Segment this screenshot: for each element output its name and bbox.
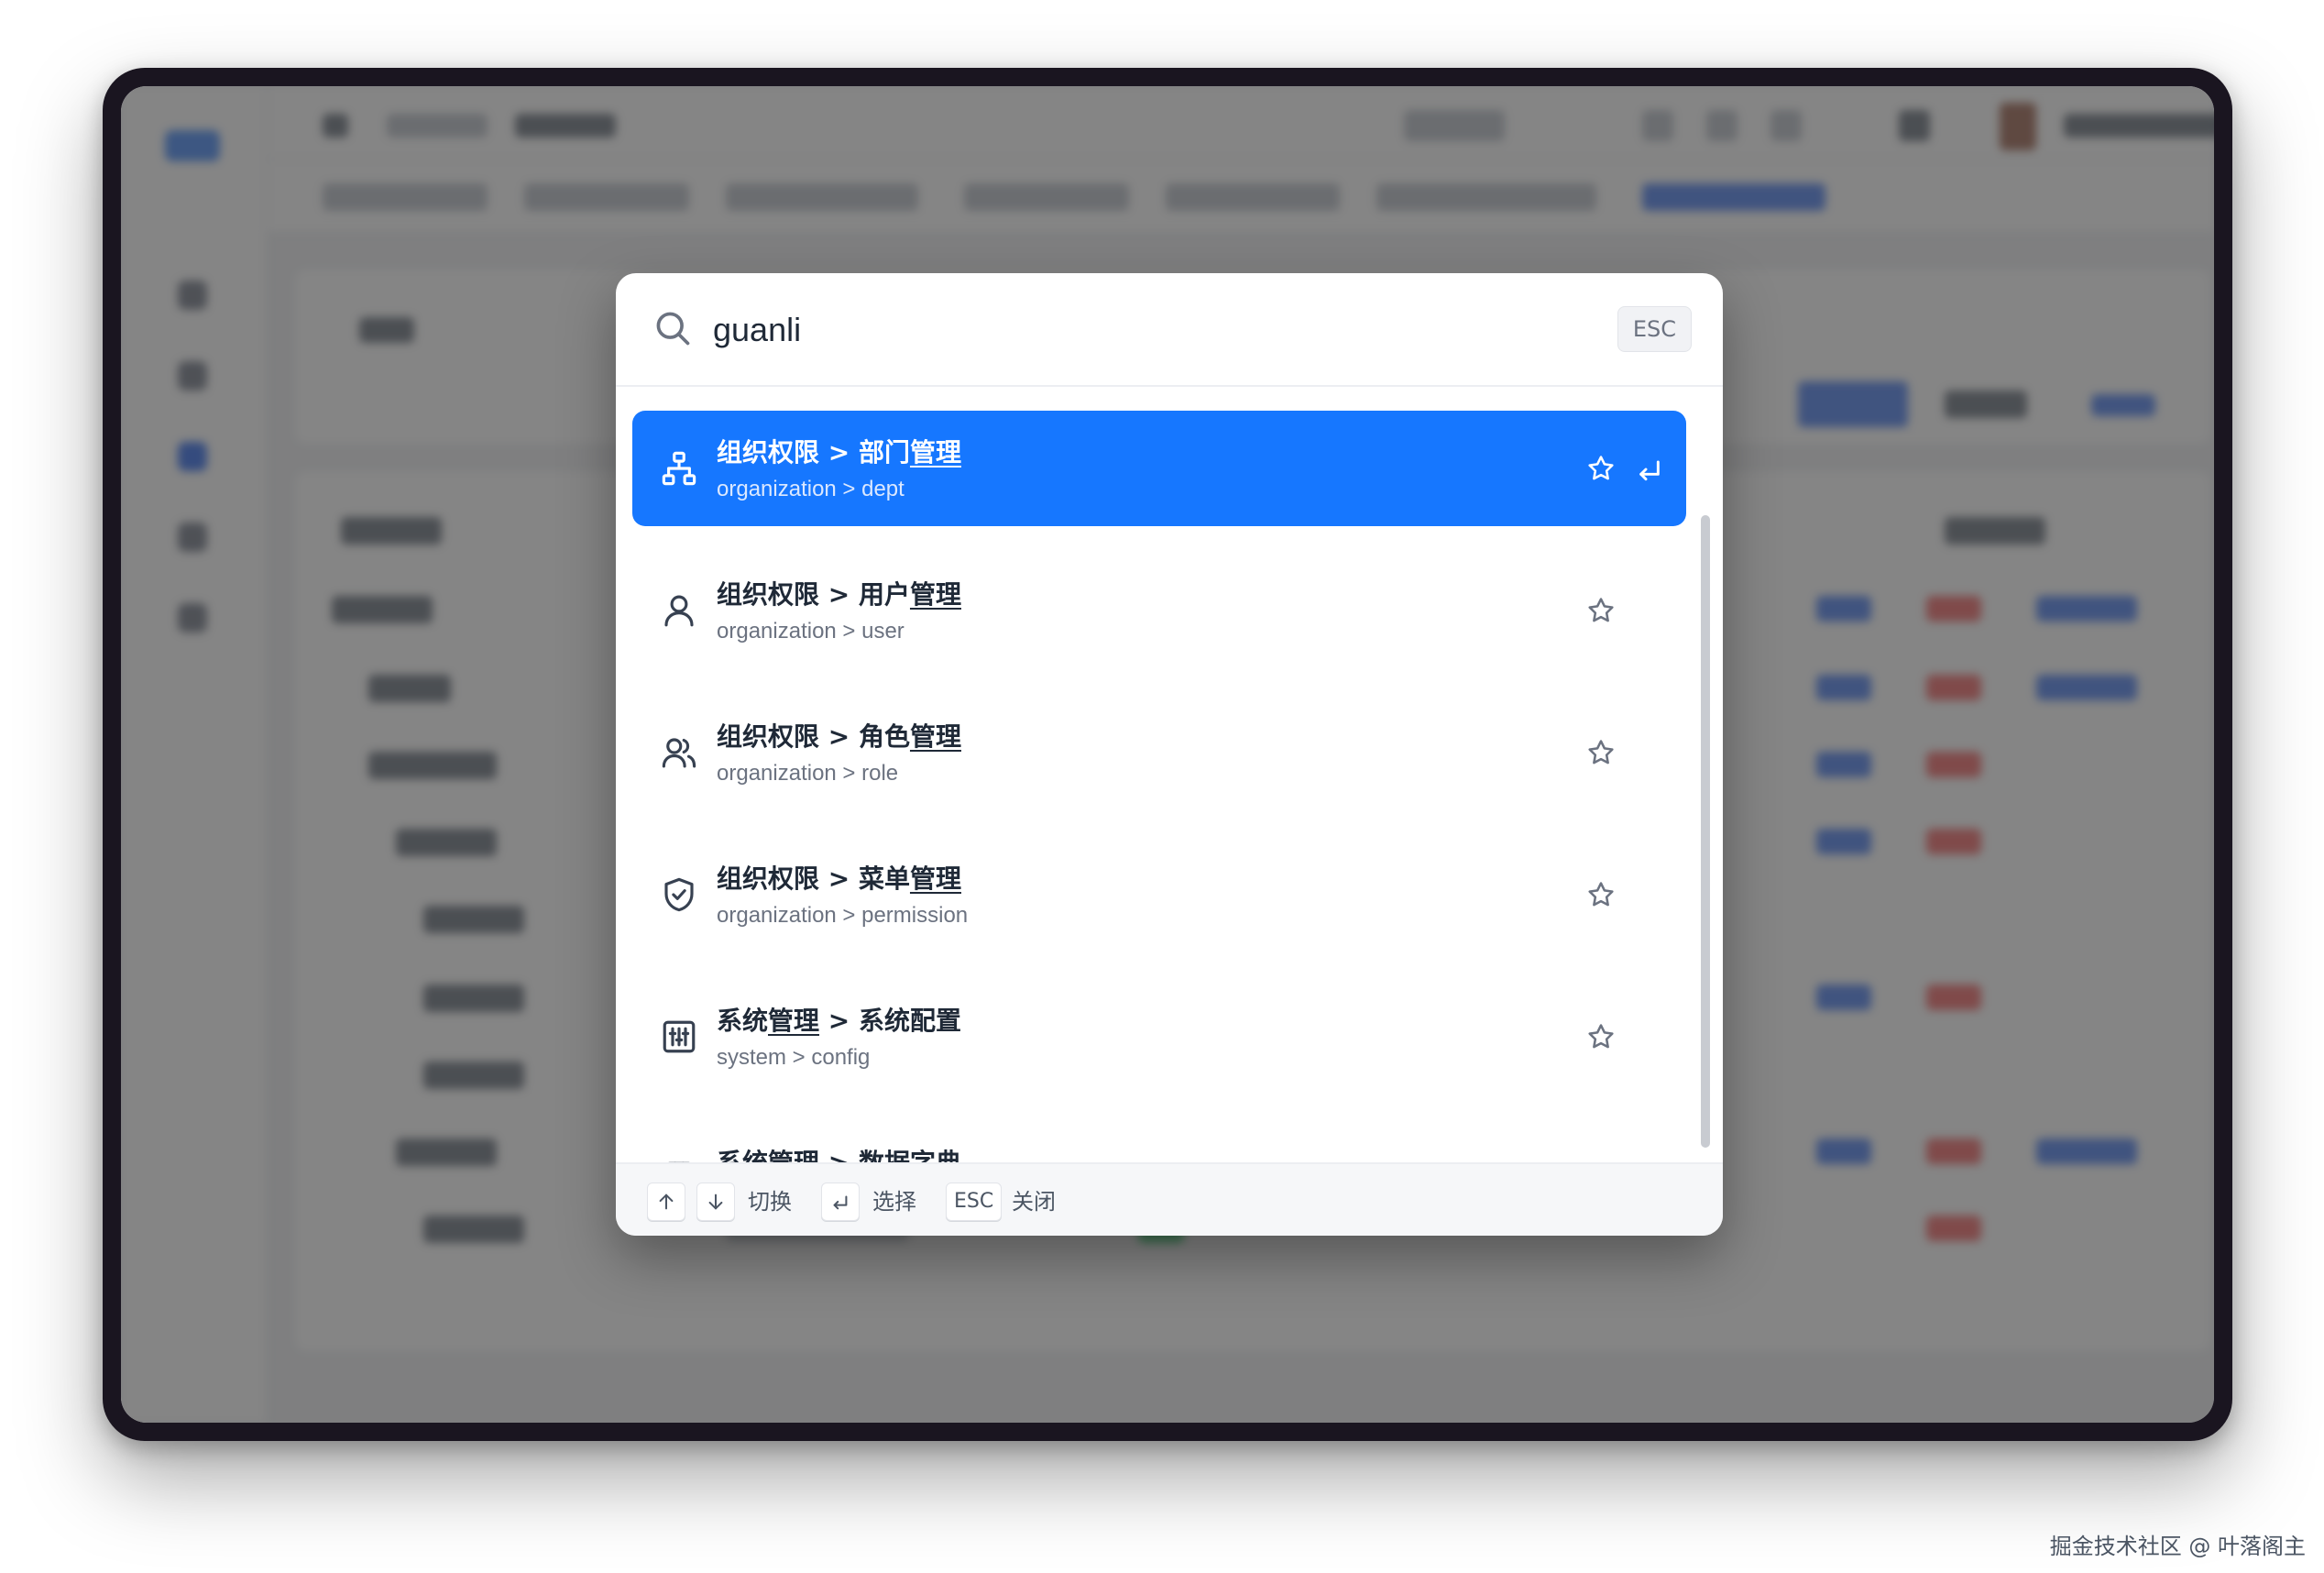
- result-item[interactable]: 组织权限 > 菜单管理 organization > permission: [632, 837, 1686, 952]
- result-title-match: 管理: [909, 721, 961, 752]
- arrow-up-key: [647, 1182, 685, 1221]
- result-title-match: 管理: [909, 864, 961, 894]
- result-title: 组织权限 > 菜单管理: [717, 859, 961, 896]
- result-title-match: 管理: [768, 1148, 819, 1162]
- switch-label: 切换: [748, 1189, 792, 1215]
- result-title-prefix: 组织权限 > 用户: [717, 579, 910, 610]
- star-icon[interactable]: [1585, 1021, 1617, 1052]
- result-path: organization > dept: [717, 477, 904, 501]
- command-palette: ESC 组织权限 > 部门管理organization > dept组织权限 >…: [616, 273, 1723, 1236]
- result-title-suffix: > 数据字典: [819, 1148, 961, 1162]
- result-title: 系统管理 > 系统配置: [717, 1001, 961, 1038]
- esc-key: ESC: [946, 1182, 1003, 1221]
- result-title: 组织权限 > 用户管理: [717, 575, 961, 611]
- user-icon: [664, 595, 694, 627]
- result-path: organization > permission: [717, 903, 969, 928]
- result-title: 组织权限 > 部门管理: [717, 433, 961, 469]
- result-title-prefix: 系统: [717, 1148, 768, 1162]
- result-title-match: 管理: [909, 579, 961, 610]
- search-input[interactable]: [713, 301, 1538, 359]
- search-bar: ESC: [616, 273, 1723, 387]
- enter-icon: [1639, 460, 1660, 481]
- result-path: organization > role: [717, 761, 899, 786]
- shield-check-icon: [664, 877, 694, 912]
- result-item[interactable]: 系统管理 > 数据字典system > dict: [632, 1121, 1686, 1162]
- result-item[interactable]: 系统管理 > 系统配置 system > config: [632, 979, 1686, 1094]
- results-scrollbar[interactable]: [1701, 515, 1710, 1148]
- result-item[interactable]: 组织权限 > 用户管理 organization > user: [632, 553, 1686, 668]
- star-icon[interactable]: [1585, 737, 1617, 768]
- search-icon: [656, 312, 690, 346]
- result-title-match: 管理: [909, 437, 961, 468]
- result-title-prefix: 系统: [717, 1006, 769, 1036]
- watermark: 掘金技术社区 @ 叶落阁主: [2049, 1534, 2306, 1559]
- org-tree-icon: [662, 451, 696, 486]
- result-title-suffix: > 系统配置: [819, 1006, 961, 1036]
- result-title-match: 管理: [768, 1006, 820, 1036]
- star-icon[interactable]: [1585, 453, 1617, 484]
- arrow-down-key: [696, 1182, 735, 1221]
- shortcut-footer: 切换 选择 ESC 关闭: [616, 1162, 1723, 1236]
- result-path: organization > user: [717, 619, 904, 644]
- esc-badge[interactable]: ESC: [1617, 306, 1692, 352]
- result-item[interactable]: 组织权限 > 角色管理 organization > role: [632, 695, 1686, 810]
- settings-sliders-icon: [663, 1020, 696, 1053]
- result-title-prefix: 组织权限 > 菜单: [717, 864, 910, 894]
- arrow-down-icon: [708, 1194, 723, 1210]
- users-icon: [662, 738, 696, 768]
- close-label: 关闭: [1012, 1189, 1056, 1215]
- select-label: 选择: [872, 1189, 916, 1215]
- result-title: 系统管理 > 数据字典: [717, 1143, 961, 1162]
- result-title-prefix: 组织权限 > 角色: [717, 721, 910, 752]
- result-title: 组织权限 > 角色管理: [717, 717, 961, 754]
- enter-key: [821, 1182, 860, 1221]
- result-title-prefix: 组织权限 > 部门: [717, 437, 910, 468]
- arrow-up-icon: [659, 1194, 674, 1210]
- enter-icon: [833, 1195, 848, 1210]
- result-path: system > config: [717, 1045, 871, 1070]
- result-item[interactable]: 组织权限 > 部门管理 organization > dept: [632, 411, 1686, 526]
- results-list: 组织权限 > 部门管理 organization > dept 组织权限 > 用户管…: [616, 387, 1723, 1162]
- star-icon[interactable]: [1585, 595, 1617, 626]
- star-icon[interactable]: [1585, 879, 1617, 910]
